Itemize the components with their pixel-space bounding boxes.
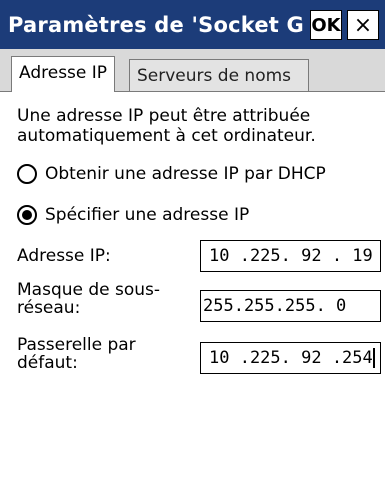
window-title: Paramètres de 'Socket G... xyxy=(8,12,304,37)
tab-adresse-ip[interactable]: Adresse IP xyxy=(11,56,116,92)
subnet-mask-label: Masque de sous-réseau: xyxy=(17,280,161,318)
title-bar: Paramètres de 'Socket G... OK × xyxy=(0,0,385,49)
tab-strip: Adresse IP Serveurs de noms xyxy=(0,49,385,92)
subnet-mask-field[interactable]: 255.255.255. 0 xyxy=(200,290,381,322)
description-text: Une adresse IP peut être attribuée autom… xyxy=(17,106,316,146)
radio-unchecked-icon xyxy=(17,164,37,184)
radio-dhcp-label: Obtenir une adresse IP par DHCP xyxy=(45,164,326,184)
radio-static-label: Spécifier une adresse IP xyxy=(45,205,250,225)
ip-address-label: Adresse IP: xyxy=(17,246,111,266)
text-caret xyxy=(372,348,375,368)
tab-serveurs-de-noms[interactable]: Serveurs de noms xyxy=(129,59,309,91)
ok-button[interactable]: OK xyxy=(310,10,342,40)
radio-checked-icon xyxy=(17,205,37,225)
gateway-field[interactable]: 10 .225. 92 .254 xyxy=(200,342,381,374)
close-button[interactable]: × xyxy=(347,10,379,40)
radio-static-ip[interactable]: Spécifier une adresse IP xyxy=(17,205,249,225)
radio-dhcp[interactable]: Obtenir une adresse IP par DHCP xyxy=(17,164,326,184)
ip-address-field[interactable]: 10 .225. 92 . 19 xyxy=(200,240,381,272)
ip-settings-panel: Une adresse IP peut être attribuée autom… xyxy=(0,92,385,491)
gateway-value: 10 .225. 92 .254 xyxy=(209,348,373,368)
gateway-label: Passerelle par défaut: xyxy=(17,335,136,373)
